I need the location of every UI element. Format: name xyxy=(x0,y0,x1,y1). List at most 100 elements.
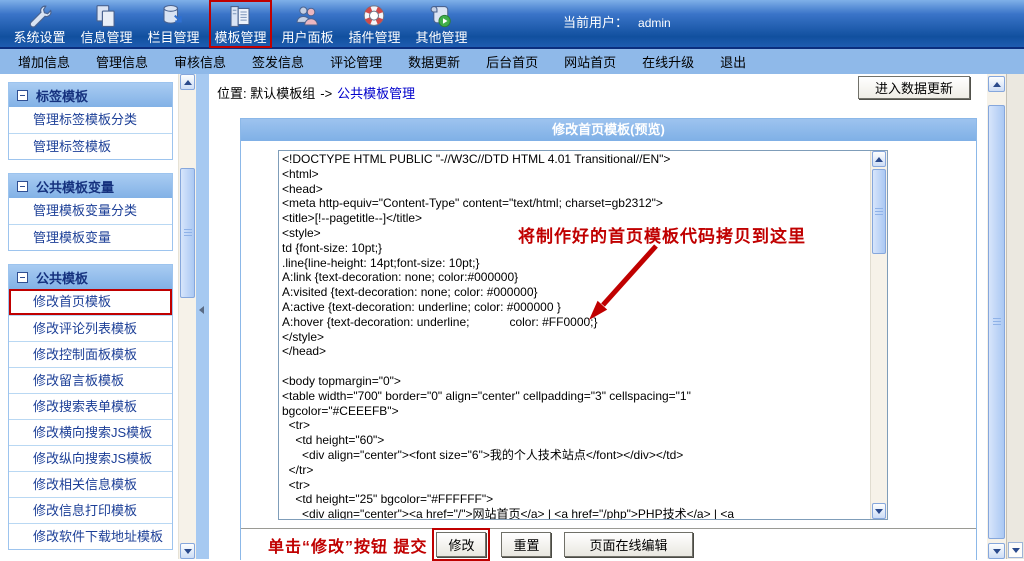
sidebar-scrollbar[interactable] xyxy=(178,74,196,559)
toolbar-item-label: 用户面板 xyxy=(281,30,333,45)
chevron-down-icon xyxy=(1012,548,1020,553)
scroll-down-button[interactable] xyxy=(988,543,1005,559)
menu-item-logout[interactable]: 退出 xyxy=(707,52,759,71)
scrollbar-thumb[interactable] xyxy=(180,168,195,298)
page-scrollbar[interactable] xyxy=(987,74,1006,559)
template-preview-panel: 修改首页模板(预览) <!DOCTYPE HTML PUBLIC "-//W3C… xyxy=(240,118,977,560)
online-page-edit-button[interactable]: 页面在线编辑 xyxy=(564,532,692,557)
thumb-grip-icon xyxy=(875,208,883,216)
sidebar-item-edit-horizontal-search-js-template[interactable]: 修改横向搜索JS模板 xyxy=(9,419,172,445)
sidebar-section-header[interactable]: 标签模板 xyxy=(9,83,172,107)
current-user-name: admin xyxy=(638,16,671,30)
toolbar-item-label: 栏目管理 xyxy=(147,30,199,45)
sidebar-section-tag-templates: 标签模板 管理标签模板分类 管理标签模板 xyxy=(8,82,173,160)
sidebar-section-title: 公共模板 xyxy=(36,268,88,287)
toolbar-item-label: 模板管理 xyxy=(214,30,266,45)
database-icon xyxy=(158,3,188,30)
menu-item-site-home[interactable]: 网站首页 xyxy=(551,52,629,71)
chevron-down-icon xyxy=(875,509,883,514)
scroll-up-button[interactable] xyxy=(872,151,886,167)
breadcrumb-current-link[interactable]: 公共模板管理 xyxy=(337,86,415,101)
toolbar-item-plugin-management[interactable]: 插件管理 xyxy=(341,0,408,48)
breadcrumb: 位置: 默认模板组 -> 公共模板管理 xyxy=(217,83,415,102)
modify-button[interactable]: 修改 xyxy=(436,532,486,557)
menu-bar: 增加信息 管理信息 审核信息 签发信息 评论管理 数据更新 后台首页 网站首页 … xyxy=(0,47,1024,74)
sidebar-item-edit-guestbook-template[interactable]: 修改留言板模板 xyxy=(9,367,172,393)
current-user-label: 当前用户： xyxy=(563,15,628,30)
enter-data-update-button[interactable]: 进入数据更新 xyxy=(858,76,970,99)
lifering-icon xyxy=(359,3,389,30)
thumb-grip-icon xyxy=(184,229,192,237)
scroll-down-button[interactable] xyxy=(872,503,886,519)
red-highlight-box-toolbar: 模板管理 xyxy=(209,0,271,48)
sidebar-item-manage-tag-templates[interactable]: 管理标签模板 xyxy=(9,133,172,159)
thumb-grip-icon xyxy=(993,318,1001,326)
toolbar-item-label: 信息管理 xyxy=(80,30,132,45)
scroll-up-button[interactable] xyxy=(988,76,1005,92)
main-area: 位置: 默认模板组 -> 公共模板管理 进入数据更新 修改首页模板(预览) <!DO… xyxy=(209,74,987,559)
toolbar-item-system-settings[interactable]: 系统设置 xyxy=(6,0,73,48)
sidebar-item-edit-homepage-template[interactable]: 修改首页模板 xyxy=(9,289,172,315)
menu-item-issue-info[interactable]: 签发信息 xyxy=(239,52,317,71)
breadcrumb-prefix: 位置: 默认模板组 xyxy=(217,86,315,101)
chevron-up-icon xyxy=(993,82,1001,87)
sidebar-item-manage-variable-categories[interactable]: 管理模板变量分类 xyxy=(9,198,172,224)
red-highlight-box-modify-button: 修改 xyxy=(432,528,490,561)
chevron-down-icon xyxy=(993,549,1001,554)
sidebar-section-public-templates: 公共模板 修改首页模板 修改评论列表模板 修改控制面板模板 修改留言板模板 修改… xyxy=(8,264,173,550)
toolbar-item-label: 系统设置 xyxy=(13,30,65,45)
submit-hint-annotation: 单击“修改”按钮 提交 xyxy=(268,533,427,557)
sidebar-item-edit-software-download-template[interactable]: 修改软件下载地址模板 xyxy=(9,523,172,549)
sidebar-item-manage-variables[interactable]: 管理模板变量 xyxy=(9,224,172,250)
template-icon xyxy=(225,3,255,30)
breadcrumb-separator: -> xyxy=(320,86,332,101)
sidebar-section-title: 标签模板 xyxy=(36,86,88,105)
reset-button[interactable]: 重置 xyxy=(501,532,551,557)
menu-item-data-update[interactable]: 数据更新 xyxy=(395,52,473,71)
menu-item-add-info[interactable]: 增加信息 xyxy=(5,52,83,71)
template-code-editor: <!DOCTYPE HTML PUBLIC "-//W3C//DTD HTML … xyxy=(278,150,888,520)
collapse-box-icon xyxy=(17,181,28,192)
toolbar-item-user-panel[interactable]: 用户面板 xyxy=(274,0,341,48)
toolbar-item-label: 插件管理 xyxy=(348,30,400,45)
sidebar-section-template-variables: 公共模板变量 管理模板变量分类 管理模板变量 xyxy=(8,173,173,251)
panel-title: 修改首页模板(预览) xyxy=(241,119,976,141)
menu-item-backend-home[interactable]: 后台首页 xyxy=(473,52,551,71)
textarea-scrollbar[interactable] xyxy=(870,151,887,519)
sidebar-item-edit-related-info-template[interactable]: 修改相关信息模板 xyxy=(9,471,172,497)
menu-item-review-info[interactable]: 审核信息 xyxy=(161,52,239,71)
sidebar-item-edit-control-panel-template[interactable]: 修改控制面板模板 xyxy=(9,341,172,367)
scroll-down-button[interactable] xyxy=(180,543,195,559)
sidebar-item-edit-vertical-search-js-template[interactable]: 修改纵向搜索JS模板 xyxy=(9,445,172,471)
panel-footer: 单击“修改”按钮 提交 修改 重置 页面在线编辑 xyxy=(241,528,976,560)
menu-item-comment-management[interactable]: 评论管理 xyxy=(317,52,395,71)
sidebar-item-manage-tag-template-categories[interactable]: 管理标签模板分类 xyxy=(9,107,172,133)
sidebar-section-title: 公共模板变量 xyxy=(36,177,114,196)
menu-item-manage-info[interactable]: 管理信息 xyxy=(83,52,161,71)
scrollbar-thumb[interactable] xyxy=(872,169,886,254)
toolbar-item-other-management[interactable]: 其他管理 xyxy=(408,0,475,48)
sidebar-item-edit-info-print-template[interactable]: 修改信息打印模板 xyxy=(9,497,172,523)
users-icon xyxy=(292,3,322,30)
scroll-up-button[interactable] xyxy=(180,74,195,90)
scrollbar-thumb[interactable] xyxy=(988,105,1005,539)
outer-scrollbar-strip xyxy=(1006,74,1024,559)
top-toolbar: 系统设置 信息管理 栏目管理 xyxy=(0,0,1024,47)
collapse-box-icon xyxy=(17,272,28,283)
toolbar-item-template-management[interactable]: 模板管理 xyxy=(207,0,274,48)
outer-scroll-down-button[interactable] xyxy=(1008,542,1023,558)
collapse-box-icon xyxy=(17,90,28,101)
toolbar-item-info-management[interactable]: 信息管理 xyxy=(73,0,140,48)
current-user: 当前用户： admin xyxy=(563,12,671,31)
sidebar-item-edit-comment-list-template[interactable]: 修改评论列表模板 xyxy=(9,315,172,341)
toolbar-item-column-management[interactable]: 栏目管理 xyxy=(140,0,207,48)
play-scroll-icon xyxy=(426,3,456,30)
chevron-up-icon xyxy=(875,157,883,162)
sidebar: 标签模板 管理标签模板分类 管理标签模板 公共模板变量 管理模板变量分类 管理模… xyxy=(0,74,178,559)
template-code-textarea[interactable]: <!DOCTYPE HTML PUBLIC "-//W3C//DTD HTML … xyxy=(279,151,870,519)
panel-splitter[interactable] xyxy=(196,74,209,559)
sidebar-item-edit-search-form-template[interactable]: 修改搜索表单模板 xyxy=(9,393,172,419)
menu-item-online-upgrade[interactable]: 在线升级 xyxy=(629,52,707,71)
sidebar-section-header[interactable]: 公共模板变量 xyxy=(9,174,172,198)
sidebar-section-header[interactable]: 公共模板 xyxy=(9,265,172,289)
